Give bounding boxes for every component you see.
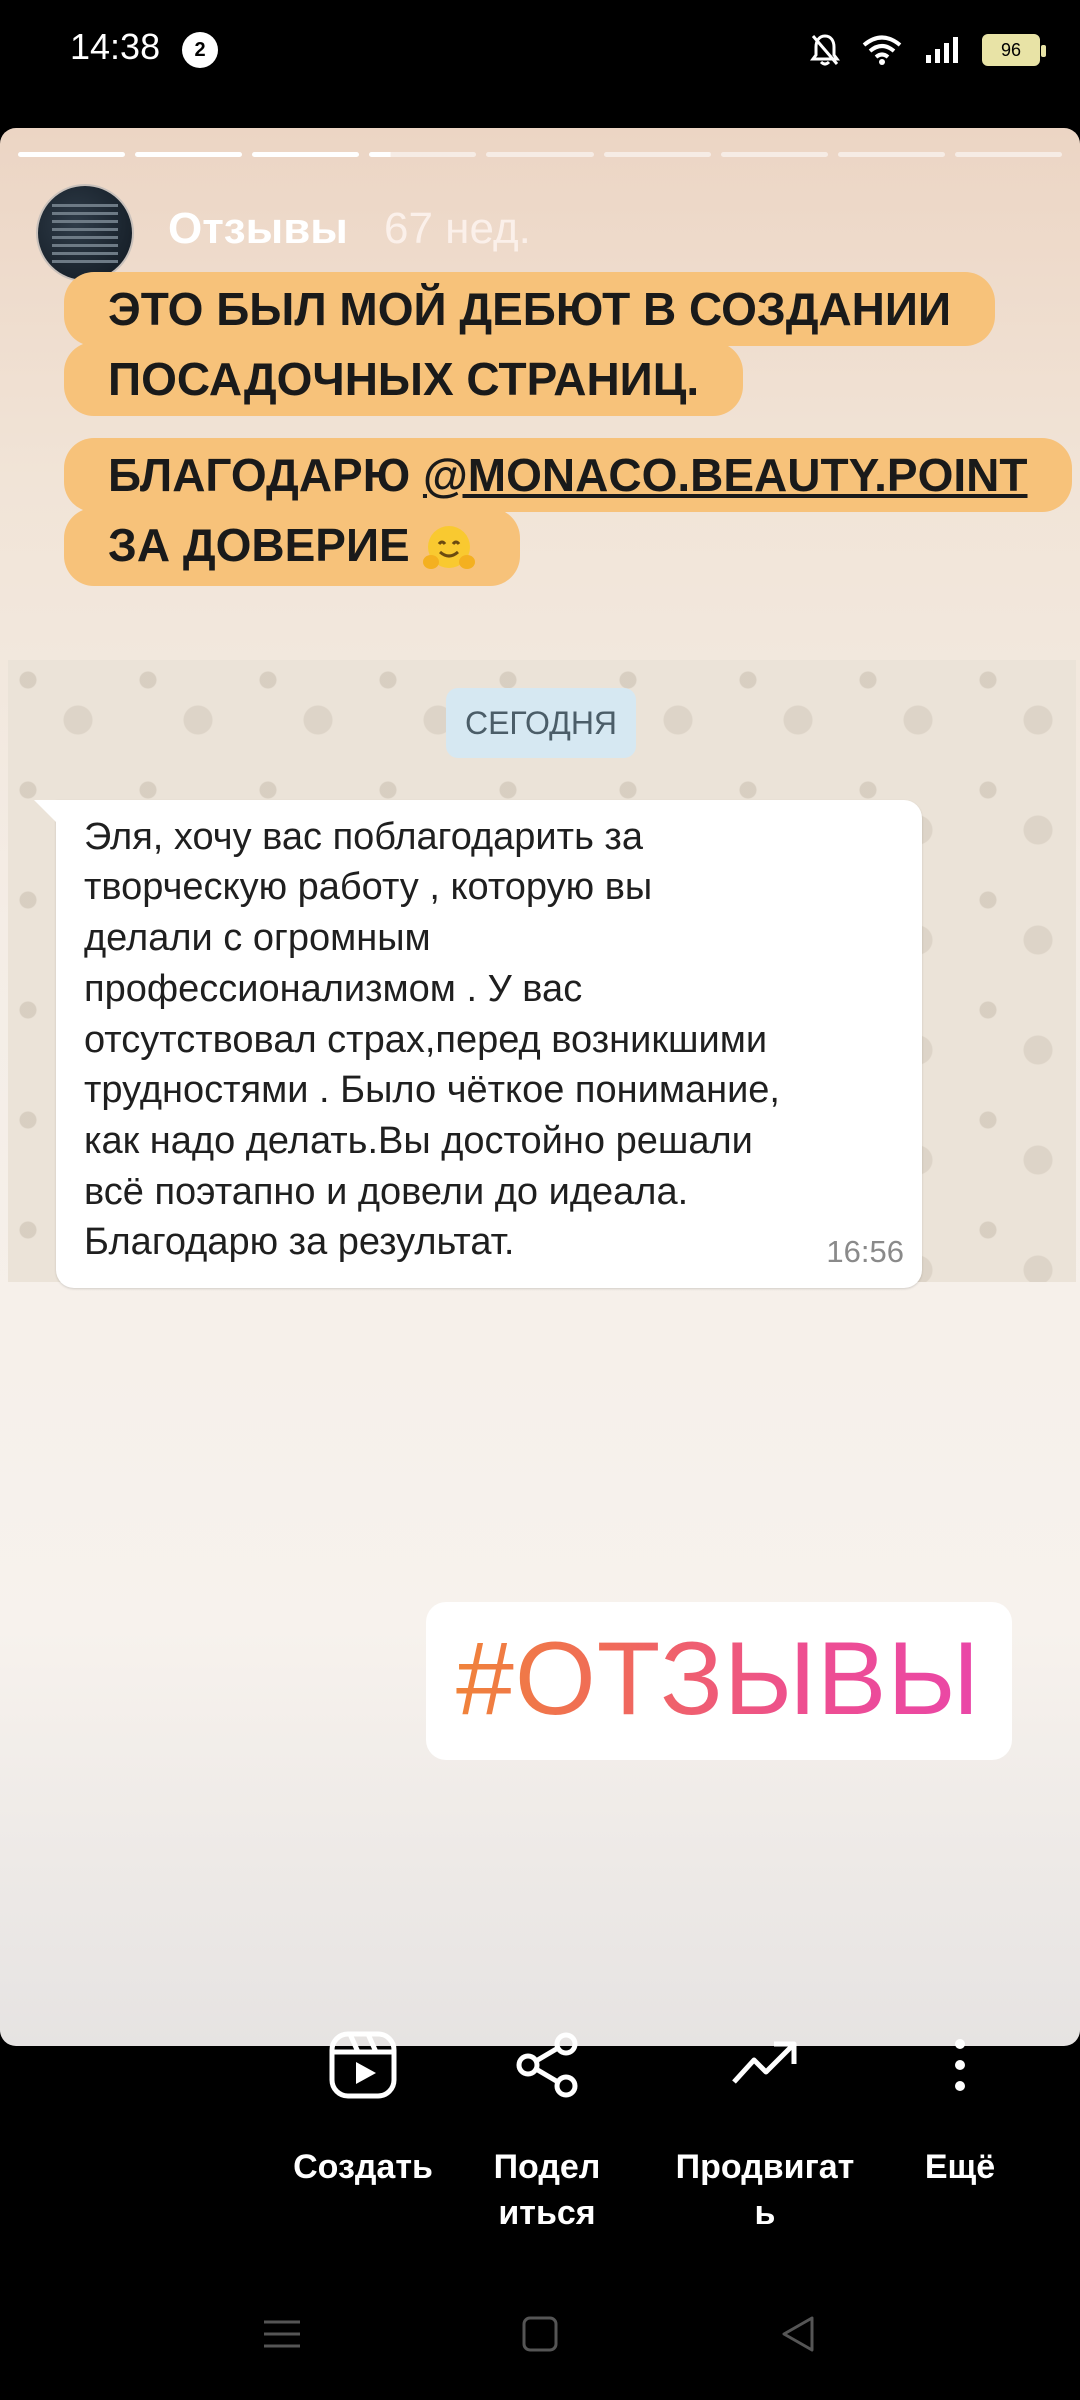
- share-label-line: Подел: [493, 2148, 601, 2186]
- status-time: 14:38: [70, 26, 161, 67]
- caption-line: ЗА ДОВЕРИЕ: [64, 508, 521, 586]
- progress-segment: [135, 152, 243, 157]
- chat-screenshot: СЕГОДНЯ Эля, хочу вас поблагодарить за т…: [8, 660, 1076, 1288]
- signal-icon: [926, 37, 958, 63]
- share-button[interactable]: Подел иться: [467, 2030, 627, 2236]
- message-line: профессионализмом . У вас: [84, 968, 583, 1010]
- wifi-icon: [862, 35, 902, 65]
- battery-icon: 96: [982, 34, 1046, 66]
- caption-line: ПОСАДОЧНЫХ СТРАНИЦ.: [64, 342, 744, 416]
- hashtag-text: #ОТЗЫВЫ: [456, 1621, 981, 1737]
- message-line: отсутствовал страх,перед возникшими: [84, 1019, 768, 1061]
- story-timestamp: 67 нед.: [384, 204, 531, 253]
- story-progress-bar: [18, 152, 1062, 157]
- progress-segment: [954, 152, 1062, 157]
- hugging-face-emoji: [423, 525, 476, 569]
- reels-icon: [329, 2031, 397, 2099]
- message-line: творческую работу , которую вы: [84, 866, 653, 908]
- caption-debut: ЭТО БЫЛ МОЙ ДЕБЮТ В СОЗДАНИИ ПОСАДОЧНЫХ …: [64, 272, 996, 416]
- message-line: всё поэтапно и довели до идеала.: [84, 1171, 689, 1213]
- menu-icon[interactable]: [262, 2314, 302, 2354]
- progress-segment: [837, 152, 945, 157]
- status-bar: 14:38 2 96: [0, 0, 1080, 110]
- share-icon: [516, 2032, 578, 2098]
- create-label: Создать: [293, 2148, 433, 2186]
- progress-segment: [603, 152, 711, 157]
- progress-segment: [252, 152, 360, 157]
- avatar[interactable]: [36, 184, 134, 282]
- message-line: как надо делать.Вы достойно решали: [84, 1120, 753, 1162]
- more-vertical-icon: [955, 2039, 965, 2091]
- promote-label-line: Продвигат: [675, 2148, 855, 2186]
- bell-off-icon: [810, 34, 840, 66]
- create-button[interactable]: Создать: [268, 2030, 458, 2190]
- progress-segment: [720, 152, 828, 157]
- home-square-icon[interactable]: [520, 2314, 560, 2354]
- caption-line: ЭТО БЫЛ МОЙ ДЕБЮТ В СОЗДАНИИ: [64, 272, 996, 346]
- caption-line: БЛАГОДАРЮ @MONACO.BEAUTY.POINT: [64, 438, 1072, 512]
- share-label-line: иться: [498, 2194, 596, 2232]
- caption-text: БЛАГОДАРЮ: [108, 449, 423, 501]
- status-icons: 96: [810, 30, 1046, 70]
- promote-label-line: ь: [754, 2194, 776, 2232]
- message-line: трудностями . Было чёткое понимание,: [84, 1069, 780, 1111]
- message-bubble: Эля, хочу вас поблагодарить за творческу…: [34, 800, 922, 1288]
- more-label: Ещё: [924, 2148, 996, 2186]
- mention-link[interactable]: @MONACO.BEAUTY.POINT: [423, 449, 1028, 501]
- message-time: 16:56: [826, 1234, 904, 1269]
- message-line: Благодарю за результат.: [84, 1221, 515, 1263]
- progress-segment: [486, 152, 594, 157]
- caption-thanks: БЛАГОДАРЮ @MONACO.BEAUTY.POINT ЗА ДОВЕРИ…: [64, 438, 1072, 586]
- message-line: делали с огромным: [84, 917, 431, 959]
- story-viewer[interactable]: Отзывы 67 нед. ЭТО БЫЛ МОЙ ДЕБЮТ В СОЗДА…: [0, 128, 1080, 2046]
- story-account-name[interactable]: Отзывы: [168, 204, 348, 254]
- more-button[interactable]: Ещё: [900, 2030, 1020, 2190]
- trending-up-icon: [732, 2041, 797, 2084]
- promote-button[interactable]: Продвигат ь: [660, 2030, 870, 2236]
- message-line: Эля, хочу вас поблагодарить за: [84, 816, 643, 858]
- notification-count-badge: 2: [182, 32, 218, 68]
- system-nav-bar: [0, 2280, 1080, 2400]
- back-triangle-icon[interactable]: [778, 2314, 818, 2354]
- progress-segment: [18, 152, 126, 157]
- date-chip: СЕГОДНЯ: [446, 688, 636, 758]
- progress-segment-current: [369, 152, 477, 157]
- caption-text: ЗА ДОВЕРИЕ: [108, 519, 410, 571]
- hashtag-sticker[interactable]: #ОТЗЫВЫ: [426, 1602, 1012, 1760]
